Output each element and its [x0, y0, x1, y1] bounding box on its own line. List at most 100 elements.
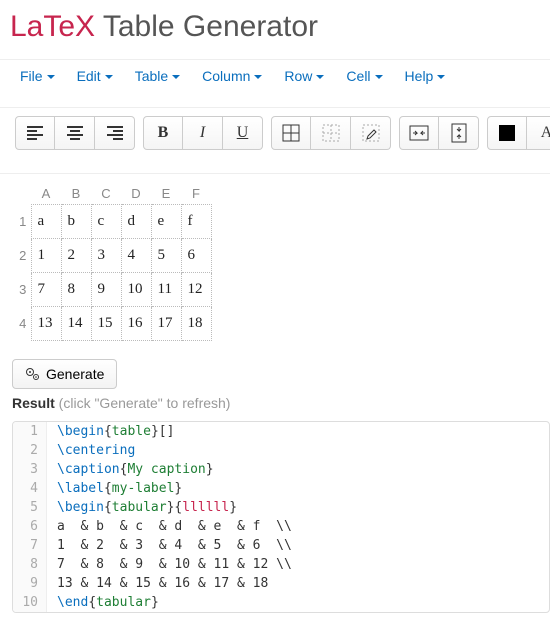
menu-table[interactable]: Table	[135, 68, 180, 84]
border-edit-icon	[362, 124, 380, 142]
menu-table-label: Table	[135, 68, 168, 84]
border-all-icon	[282, 124, 300, 142]
cell[interactable]: 3	[91, 238, 121, 272]
code-output: 1\begin{table}[]2\centering3\caption{My …	[12, 421, 550, 613]
clear-format-label: A	[541, 124, 550, 142]
align-left-icon	[27, 126, 43, 140]
align-center-button[interactable]	[55, 116, 95, 150]
menu-row-label: Row	[284, 68, 312, 84]
cell[interactable]: 8	[61, 272, 91, 306]
border-none-button[interactable]	[311, 116, 351, 150]
code-text[interactable]: \centering	[47, 441, 145, 460]
menu-help[interactable]: Help	[405, 68, 446, 84]
cell[interactable]: 9	[91, 272, 121, 306]
cell[interactable]: 2	[61, 238, 91, 272]
code-line: 913 & 14 & 15 & 16 & 17 & 18	[13, 574, 549, 593]
menu-column[interactable]: Column	[202, 68, 262, 84]
code-line: 71 & 2 & 3 & 4 & 5 & 6 \\	[13, 536, 549, 555]
cell[interactable]: 15	[91, 306, 121, 340]
code-line: 6a & b & c & d & e & f \\	[13, 517, 549, 536]
underline-button[interactable]: U	[223, 116, 263, 150]
cell[interactable]: 13	[31, 306, 61, 340]
code-text[interactable]: a & b & c & d & e & f \\	[47, 517, 302, 536]
code-text[interactable]: \label{my-label}	[47, 479, 192, 498]
code-line: 4\label{my-label}	[13, 479, 549, 498]
caret-icon	[172, 75, 180, 79]
cell[interactable]: a	[31, 204, 61, 238]
title-rest: Table Generator	[95, 10, 318, 43]
caret-icon	[105, 75, 113, 79]
cell[interactable]: d	[121, 204, 151, 238]
column-header[interactable]: A	[31, 184, 61, 204]
align-group	[15, 116, 135, 150]
code-text[interactable]: 13 & 14 & 15 & 16 & 17 & 18	[47, 574, 278, 593]
cell[interactable]: 7	[31, 272, 61, 306]
code-text[interactable]: \end{tabular}	[47, 593, 169, 612]
menu-row[interactable]: Row	[284, 68, 324, 84]
merge-vertical-button[interactable]	[439, 116, 479, 150]
result-hint: (click "Generate" to refresh)	[55, 395, 231, 411]
row-header[interactable]: 3	[15, 272, 31, 306]
cell[interactable]: e	[151, 204, 181, 238]
merge-horizontal-button[interactable]	[399, 116, 439, 150]
bold-button[interactable]: B	[143, 116, 183, 150]
cell[interactable]: 4	[121, 238, 151, 272]
code-text[interactable]: \begin{table}[]	[47, 422, 184, 441]
column-header[interactable]: F	[181, 184, 211, 204]
cell[interactable]: 18	[181, 306, 211, 340]
column-header[interactable]: C	[91, 184, 121, 204]
align-right-button[interactable]	[95, 116, 135, 150]
menu-file[interactable]: File	[20, 68, 55, 84]
menu-cell-label: Cell	[346, 68, 370, 84]
toolbar: B I U A	[0, 108, 550, 158]
cell[interactable]: b	[61, 204, 91, 238]
bgcolor-button[interactable]	[487, 116, 527, 150]
line-number: 6	[13, 517, 47, 536]
column-header[interactable]: B	[61, 184, 91, 204]
clear-format-button[interactable]: A	[527, 116, 550, 150]
row-header[interactable]: 1	[15, 204, 31, 238]
cell[interactable]: 11	[151, 272, 181, 306]
code-line: 2\centering	[13, 441, 549, 460]
align-left-button[interactable]	[15, 116, 55, 150]
cell[interactable]: 10	[121, 272, 151, 306]
spreadsheet: ABCDEF1abcdef212345637891011124131415161…	[15, 184, 550, 341]
caret-icon	[47, 75, 55, 79]
cell[interactable]: f	[181, 204, 211, 238]
border-none-icon	[322, 124, 340, 142]
corner-cell	[15, 184, 31, 204]
border-all-button[interactable]	[271, 116, 311, 150]
cell[interactable]: 5	[151, 238, 181, 272]
row-header[interactable]: 4	[15, 306, 31, 340]
generate-button[interactable]: Generate	[12, 359, 117, 389]
cell[interactable]: 14	[61, 306, 91, 340]
cell[interactable]: 6	[181, 238, 211, 272]
menu-edit[interactable]: Edit	[77, 68, 113, 84]
color-group: A	[487, 116, 550, 150]
column-header[interactable]: D	[121, 184, 151, 204]
format-group: B I U	[143, 116, 263, 150]
code-text[interactable]: \caption{My caption}	[47, 460, 224, 479]
menu-cell[interactable]: Cell	[346, 68, 382, 84]
code-text[interactable]: 7 & 8 & 9 & 10 & 11 & 12 \\	[47, 555, 302, 574]
line-number: 7	[13, 536, 47, 555]
cell[interactable]: 17	[151, 306, 181, 340]
row-header[interactable]: 2	[15, 238, 31, 272]
code-line: 1\begin{table}[]	[13, 422, 549, 441]
code-text[interactable]: 1 & 2 & 3 & 4 & 5 & 6 \\	[47, 536, 302, 555]
caret-icon	[254, 75, 262, 79]
border-edit-button[interactable]	[351, 116, 391, 150]
cell[interactable]: 16	[121, 306, 151, 340]
cell[interactable]: 1	[31, 238, 61, 272]
merge-horizontal-icon	[409, 125, 429, 141]
cell[interactable]: c	[91, 204, 121, 238]
column-header[interactable]: E	[151, 184, 181, 204]
menu-column-label: Column	[202, 68, 250, 84]
italic-button[interactable]: I	[183, 116, 223, 150]
cell[interactable]: 12	[181, 272, 211, 306]
code-text[interactable]: \begin{tabular}{llllll}	[47, 498, 247, 517]
gears-icon	[25, 367, 40, 381]
merge-group	[399, 116, 479, 150]
line-number: 10	[13, 593, 47, 612]
line-number: 2	[13, 441, 47, 460]
